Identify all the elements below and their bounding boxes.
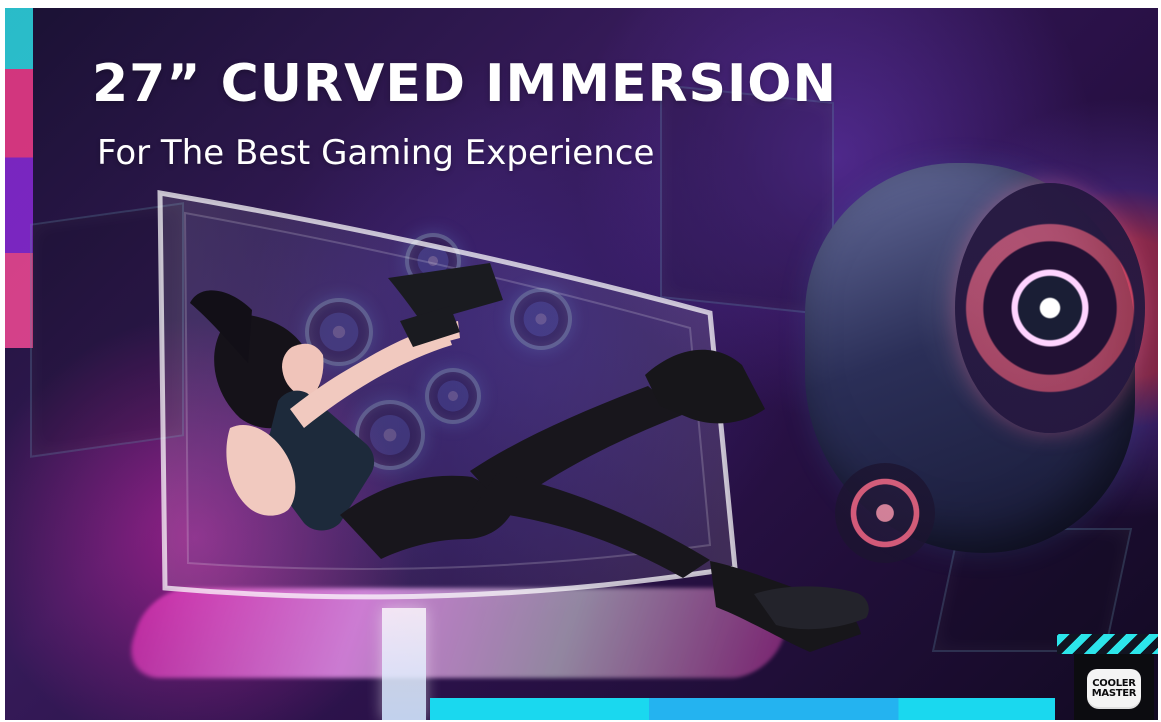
product-banner-frame: 27” CURVED IMMERSION For The Best Gaming… xyxy=(0,0,1161,722)
robot-eye-ring xyxy=(955,183,1145,433)
headline: 27” CURVED IMMERSION xyxy=(92,54,838,114)
bottom-brand-band xyxy=(430,698,1055,720)
cooler-master-logo: COOLER MASTER xyxy=(1087,669,1141,709)
subheadline: For The Best Gaming Experience xyxy=(97,133,655,173)
corner-stripes xyxy=(1057,634,1158,654)
gamer-figure-illustration xyxy=(190,263,869,652)
brand-logo-line-2: MASTER xyxy=(1091,688,1137,699)
left-decorative-stripe xyxy=(5,8,33,348)
brand-logo-box: COOLER MASTER xyxy=(1074,654,1154,720)
gamer-figure xyxy=(190,263,880,683)
gaming-monitor-banner: 27” CURVED IMMERSION For The Best Gaming… xyxy=(5,8,1158,720)
